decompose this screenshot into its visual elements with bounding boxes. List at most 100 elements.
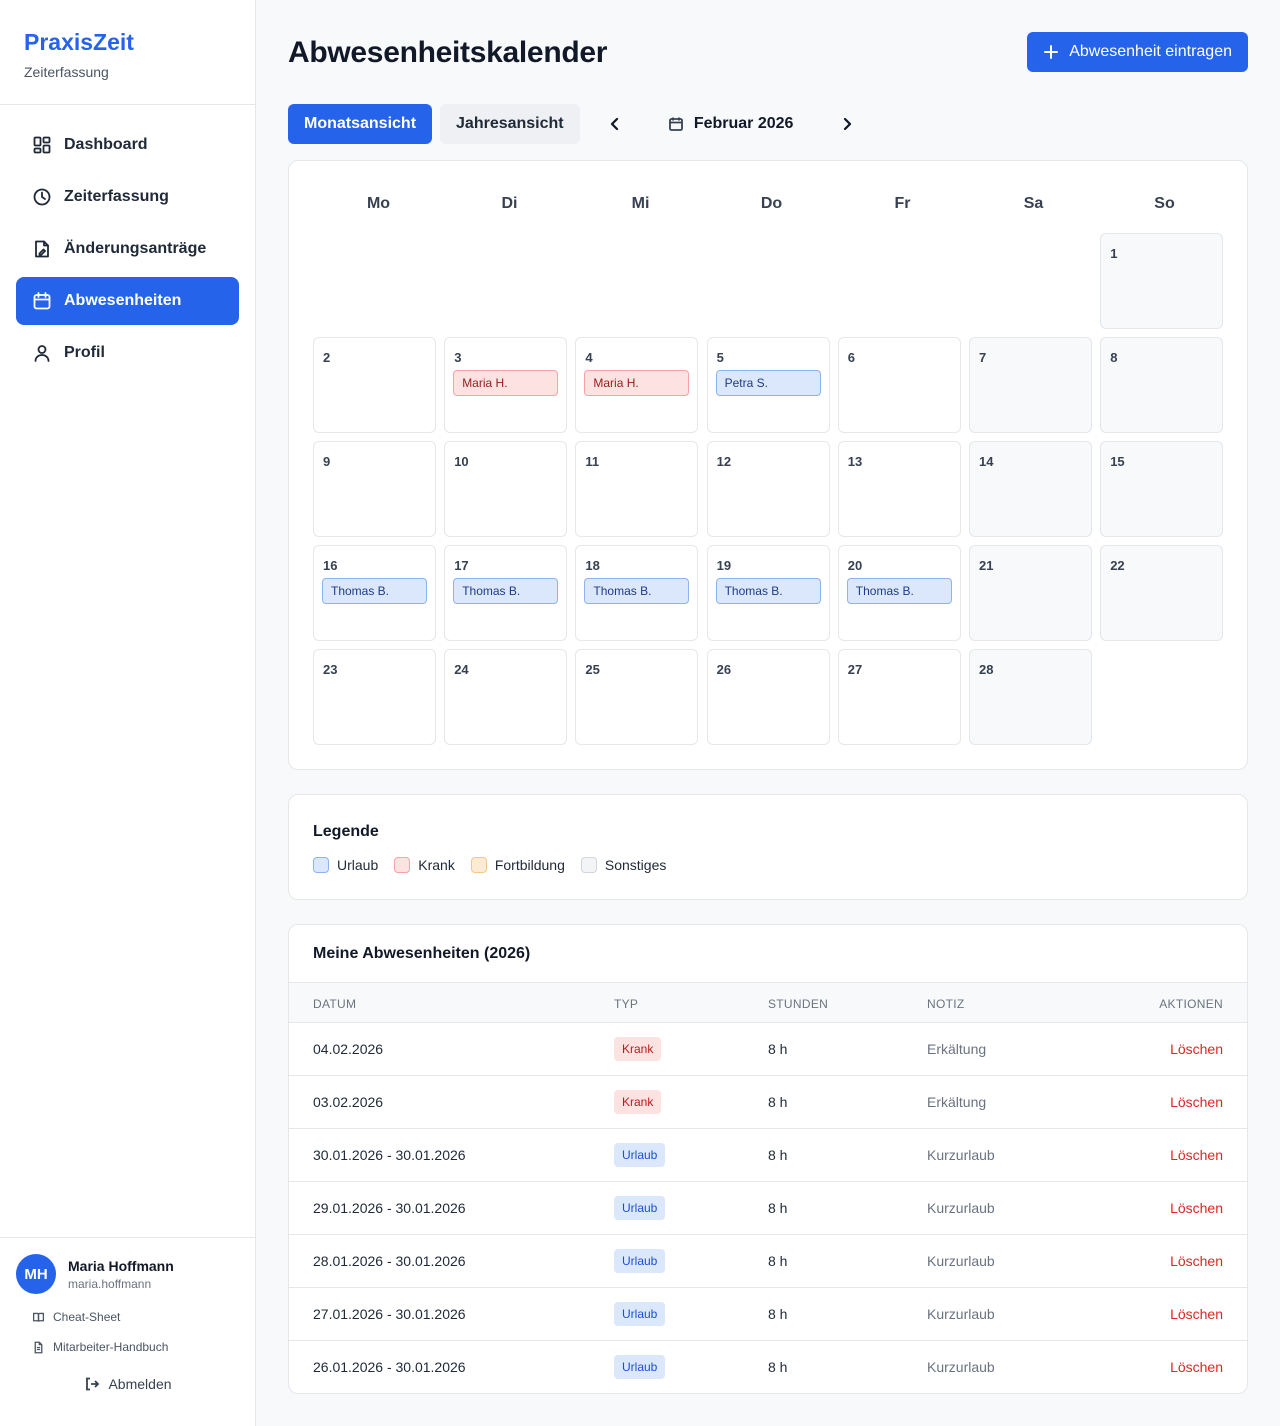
tab-month-view[interactable]: Monatsansicht <box>288 104 433 144</box>
day-number: 19 <box>716 558 732 573</box>
absence-type-badge: Urlaub <box>614 1355 666 1379</box>
weekday-label: Sa <box>1023 195 1044 212</box>
calendar-day[interactable]: 12 <box>706 441 830 537</box>
calendar-day[interactable]: 21 <box>969 545 1092 641</box>
absence-type-badge: Urlaub <box>614 1249 666 1273</box>
add-absence-label: Abwesenheit eintragen <box>1069 43 1232 60</box>
sidebar-item-label: Dashboard <box>64 136 148 153</box>
day-number: 1 <box>1110 246 1118 261</box>
absence-event[interactable]: Thomas B. <box>846 578 952 604</box>
day-number: 24 <box>454 662 469 677</box>
day-number: 8 <box>1110 350 1118 365</box>
calendar-day[interactable]: 27 <box>837 649 961 745</box>
weekday-header: Mo Di Mi Do Fr Sa So <box>313 195 1230 213</box>
calendar-day[interactable]: 6 <box>837 337 961 433</box>
clock-icon <box>32 187 52 207</box>
absence-event[interactable]: Thomas B. <box>584 578 690 604</box>
absence-event[interactable]: Thomas B. <box>715 578 821 604</box>
absence-type-badge: Krank <box>614 1090 662 1114</box>
calendar-day[interactable]: 15 <box>1100 441 1224 537</box>
calendar-day[interactable]: 1 <box>1100 233 1224 329</box>
delete-button[interactable]: Löschen <box>1170 1041 1223 1057</box>
absence-date: 29.01.2026 - 30.01.2026 <box>313 1200 466 1216</box>
absence-event[interactable]: Thomas B. <box>322 578 427 604</box>
absences-table-card: Meine Abwesenheiten (2026) DATUM TYP STU… <box>288 924 1248 1394</box>
calendar-day[interactable]: 4 Maria H. <box>575 337 699 433</box>
calendar-day[interactable]: 24 <box>444 649 568 745</box>
calendar-day[interactable]: 2 <box>313 337 436 433</box>
calendar-day[interactable]: 14 <box>969 441 1092 537</box>
weekday-label: Mi <box>631 195 650 212</box>
calendar-day[interactable]: 8 <box>1100 337 1224 433</box>
user-panel: MH Maria Hoffmann maria.hoffmann Cheat-S… <box>0 1237 256 1426</box>
calendar-day[interactable]: 23 <box>313 649 436 745</box>
delete-button[interactable]: Löschen <box>1170 1094 1223 1110</box>
calendar-day[interactable]: 13 <box>837 441 961 537</box>
sidebar-item-label: Abwesenheiten <box>64 292 182 309</box>
table-row: 30.01.2026 - 30.01.2026 Urlaub 8 h Kurzurla… <box>289 1129 1247 1182</box>
calendar-day[interactable]: 16 Thomas B. <box>313 545 436 641</box>
calendar-day[interactable]: 19 Thomas B. <box>706 545 830 641</box>
sidebar-item-dashboard[interactable]: Dashboard <box>16 121 239 169</box>
next-month-button[interactable] <box>831 108 863 140</box>
absence-note: Kurzurlaub <box>927 1253 995 1269</box>
current-month: Februar 2026 <box>631 115 831 133</box>
handbook-link[interactable]: Mitarbeiter-Handbuch <box>16 1340 240 1354</box>
weekday-label: Do <box>760 195 783 212</box>
sidebar-item-abwesenheiten[interactable]: Abwesenheiten <box>16 277 239 325</box>
absence-event[interactable]: Maria H. <box>584 370 690 396</box>
absence-date: 28.01.2026 - 30.01.2026 <box>313 1253 466 1269</box>
calendar-day[interactable]: 3 Maria H. <box>444 337 568 433</box>
calendar-day[interactable]: 20 Thomas B. <box>837 545 961 641</box>
absence-type-badge: Urlaub <box>614 1302 666 1326</box>
absence-event[interactable]: Petra S. <box>715 370 821 396</box>
day-number: 15 <box>1110 454 1125 469</box>
calendar-day[interactable]: 22 <box>1100 545 1224 641</box>
user-row: MH Maria Hoffmann maria.hoffmann <box>16 1254 240 1294</box>
absence-note: Kurzurlaub <box>927 1200 995 1216</box>
calendar-icon <box>32 291 52 311</box>
legend-label: Fortbildung <box>494 857 565 873</box>
day-number: 22 <box>1110 558 1125 573</box>
absence-date: 26.01.2026 - 30.01.2026 <box>313 1359 466 1375</box>
calendar-day[interactable]: 10 <box>444 441 568 537</box>
absence-event[interactable]: Thomas B. <box>453 578 559 604</box>
weekday-label: So <box>1154 195 1175 212</box>
day-number: 7 <box>979 350 987 365</box>
legend-title: Legende <box>313 823 379 840</box>
user-name: Maria Hoffmann <box>68 1257 174 1274</box>
logout-button[interactable]: Abmelden <box>16 1376 240 1392</box>
absence-note: Kurzurlaub <box>927 1306 995 1322</box>
delete-button[interactable]: Löschen <box>1170 1147 1223 1163</box>
calendar-day[interactable]: 18 Thomas B. <box>575 545 699 641</box>
delete-button[interactable]: Löschen <box>1170 1253 1223 1269</box>
sidebar-item-profil[interactable]: Profil <box>16 329 239 377</box>
absence-event[interactable]: Maria H. <box>453 370 559 396</box>
tab-year-view[interactable]: Jahresansicht <box>440 104 580 144</box>
calendar-day[interactable]: 9 <box>313 441 436 537</box>
delete-button[interactable]: Löschen <box>1170 1359 1223 1375</box>
legend-item: Fortbildung <box>470 857 565 873</box>
delete-button[interactable]: Löschen <box>1170 1306 1223 1322</box>
calendar-day[interactable]: 5 Petra S. <box>706 337 830 433</box>
delete-button[interactable]: Löschen <box>1170 1200 1223 1216</box>
legend-item: Sonstiges <box>580 857 666 873</box>
calendar-day[interactable]: 11 <box>575 441 699 537</box>
sidebar-item-änderungsanträge[interactable]: Änderungsanträge <box>16 225 239 273</box>
add-absence-button[interactable]: Abwesenheit eintragen <box>1027 32 1248 72</box>
prev-month-button[interactable] <box>599 108 631 140</box>
brand-title[interactable]: PraxisZeit <box>24 28 231 56</box>
calendar-day[interactable]: 28 <box>969 649 1092 745</box>
absence-note: Erkältung <box>927 1041 987 1057</box>
calendar-day[interactable]: 25 <box>575 649 699 745</box>
table-header: DATUM TYP STUNDEN NOTIZ AKTIONEN <box>289 982 1247 1023</box>
calendar-day[interactable]: 26 <box>706 649 830 745</box>
calendar-day[interactable]: 7 <box>969 337 1092 433</box>
absence-hours: 8 h <box>768 1253 788 1269</box>
cheatsheet-link[interactable]: Cheat-Sheet <box>16 1310 240 1324</box>
logout-icon <box>86 1377 100 1391</box>
calendar-day[interactable]: 17 Thomas B. <box>444 545 568 641</box>
calendar-card: Mo Di Mi Do Fr Sa So 1 2 3 Maria H. 4 Maria H. 5 Petr… <box>288 160 1248 770</box>
day-number: 14 <box>979 454 994 469</box>
sidebar-item-zeiterfassung[interactable]: Zeiterfassung <box>16 173 239 221</box>
